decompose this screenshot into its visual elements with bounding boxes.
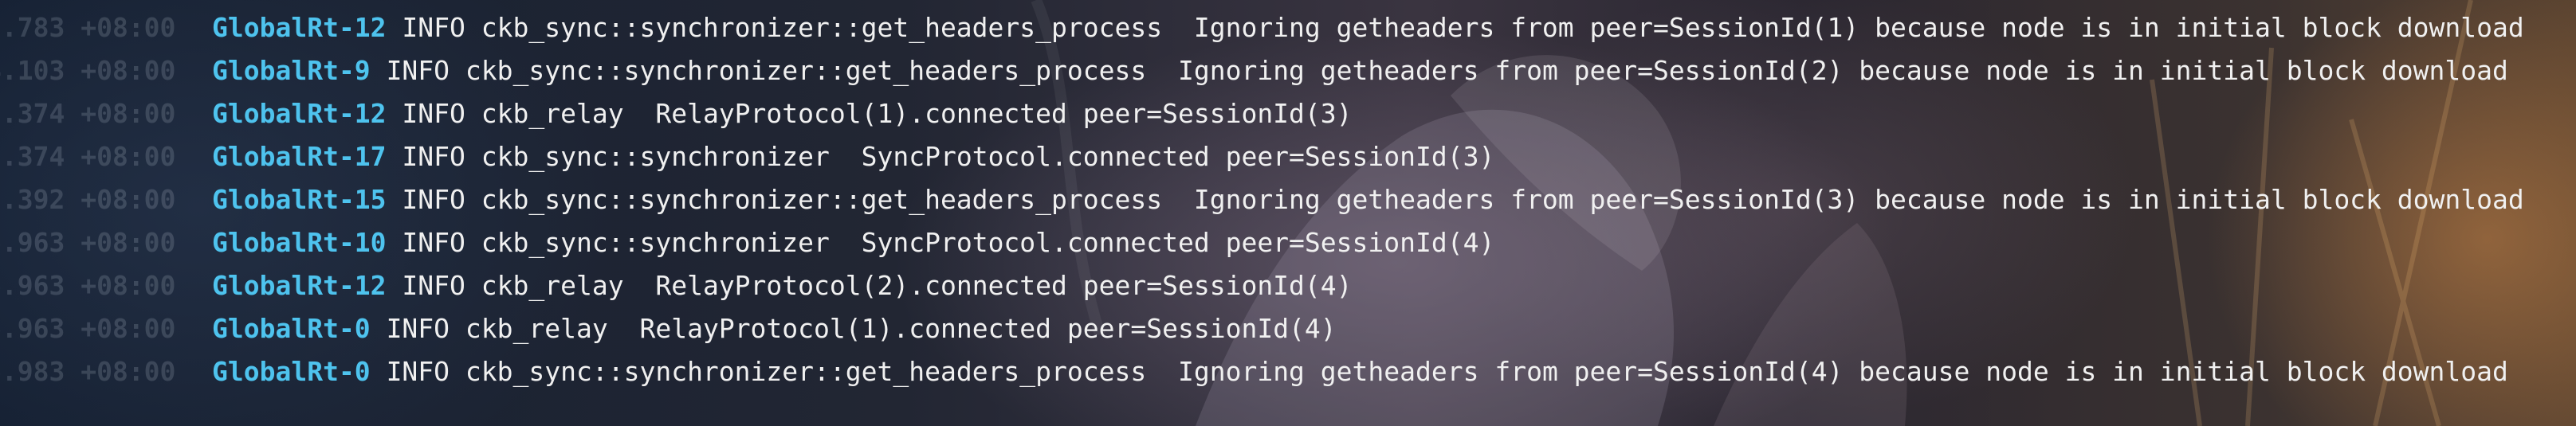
log-message: Ignoring getheaders from peer=SessionId(… — [1193, 12, 2524, 43]
log-level: INFO — [386, 313, 450, 344]
log-target: ckb_sync::synchronizer::get_headers_proc… — [481, 184, 1163, 215]
log-timestamp: 6.963 +08:00 — [0, 227, 176, 258]
log-thread: GlobalRt-12 — [212, 12, 387, 43]
log-target: ckb_sync::synchronizer::get_headers_proc… — [465, 55, 1147, 86]
log-line-3: 5.374 +08:00 GlobalRt-12 INFO ckb_relay … — [0, 92, 2576, 135]
log-timestamp: 6.983 +08:00 — [0, 356, 176, 387]
log-timestamp: 2.783 +08:00 — [0, 12, 176, 43]
log-thread: GlobalRt-12 — [212, 270, 387, 301]
log-target: ckb_relay — [465, 313, 608, 344]
log-target: ckb_sync::synchronizer — [481, 141, 830, 172]
log-line-4: 5.374 +08:00 GlobalRt-17 INFO ckb_sync::… — [0, 135, 2576, 178]
log-line-6: 6.963 +08:00 GlobalRt-10 INFO ckb_sync::… — [0, 221, 2576, 264]
log-message: RelayProtocol(1).connected peer=SessionI… — [639, 313, 1337, 344]
log-level: INFO — [402, 184, 465, 215]
log-timestamp: 6.963 +08:00 — [0, 313, 176, 344]
log-thread: GlobalRt-9 — [212, 55, 371, 86]
terminal-window[interactable]: 2.783 +08:00 GlobalRt-12 INFO ckb_sync::… — [0, 0, 2576, 426]
log-level: INFO — [402, 141, 465, 172]
log-line-5: 5.392 +08:00 GlobalRt-15 INFO ckb_sync::… — [0, 178, 2576, 221]
log-message: SyncProtocol.connected peer=SessionId(4) — [861, 227, 1495, 258]
log-thread: GlobalRt-12 — [212, 98, 387, 129]
log-timestamp: 4.103 +08:00 — [0, 55, 176, 86]
log-target: ckb_relay — [481, 270, 624, 301]
log-line-1: 2.783 +08:00 GlobalRt-12 INFO ckb_sync::… — [0, 6, 2576, 49]
log-timestamp: 6.963 +08:00 — [0, 270, 176, 301]
log-timestamp: 5.392 +08:00 — [0, 184, 176, 215]
log-level: INFO — [386, 55, 450, 86]
log-message: RelayProtocol(2).connected peer=SessionI… — [655, 270, 1353, 301]
log-level: INFO — [402, 12, 465, 43]
log-message: RelayProtocol(1).connected peer=SessionI… — [655, 98, 1353, 129]
log-line-9: 6.983 +08:00 GlobalRt-0 INFO ckb_sync::s… — [0, 350, 2576, 393]
log-message: Ignoring getheaders from peer=SessionId(… — [1193, 184, 2524, 215]
log-output: 2.783 +08:00 GlobalRt-12 INFO ckb_sync::… — [0, 6, 2576, 393]
log-level: INFO — [402, 227, 465, 258]
log-target: ckb_sync::synchronizer — [481, 227, 830, 258]
log-thread: GlobalRt-15 — [212, 184, 387, 215]
log-timestamp: 5.374 +08:00 — [0, 98, 176, 129]
log-thread: GlobalRt-0 — [212, 313, 371, 344]
log-message: SyncProtocol.connected peer=SessionId(3) — [861, 141, 1495, 172]
log-target: ckb_relay — [481, 98, 624, 129]
log-message: Ignoring getheaders from peer=SessionId(… — [1177, 55, 2508, 86]
log-level: INFO — [402, 270, 465, 301]
log-thread: GlobalRt-0 — [212, 356, 371, 387]
log-level: INFO — [402, 98, 465, 129]
log-line-7: 6.963 +08:00 GlobalRt-12 INFO ckb_relay … — [0, 264, 2576, 307]
log-level: INFO — [386, 356, 450, 387]
log-timestamp: 5.374 +08:00 — [0, 141, 176, 172]
log-thread: GlobalRt-17 — [212, 141, 387, 172]
log-target: ckb_sync::synchronizer::get_headers_proc… — [481, 12, 1163, 43]
log-thread: GlobalRt-10 — [212, 227, 387, 258]
log-line-2: 4.103 +08:00 GlobalRt-9 INFO ckb_sync::s… — [0, 49, 2576, 92]
log-message: Ignoring getheaders from peer=SessionId(… — [1177, 356, 2508, 387]
log-target: ckb_sync::synchronizer::get_headers_proc… — [465, 356, 1147, 387]
log-line-8: 6.963 +08:00 GlobalRt-0 INFO ckb_relay R… — [0, 307, 2576, 350]
